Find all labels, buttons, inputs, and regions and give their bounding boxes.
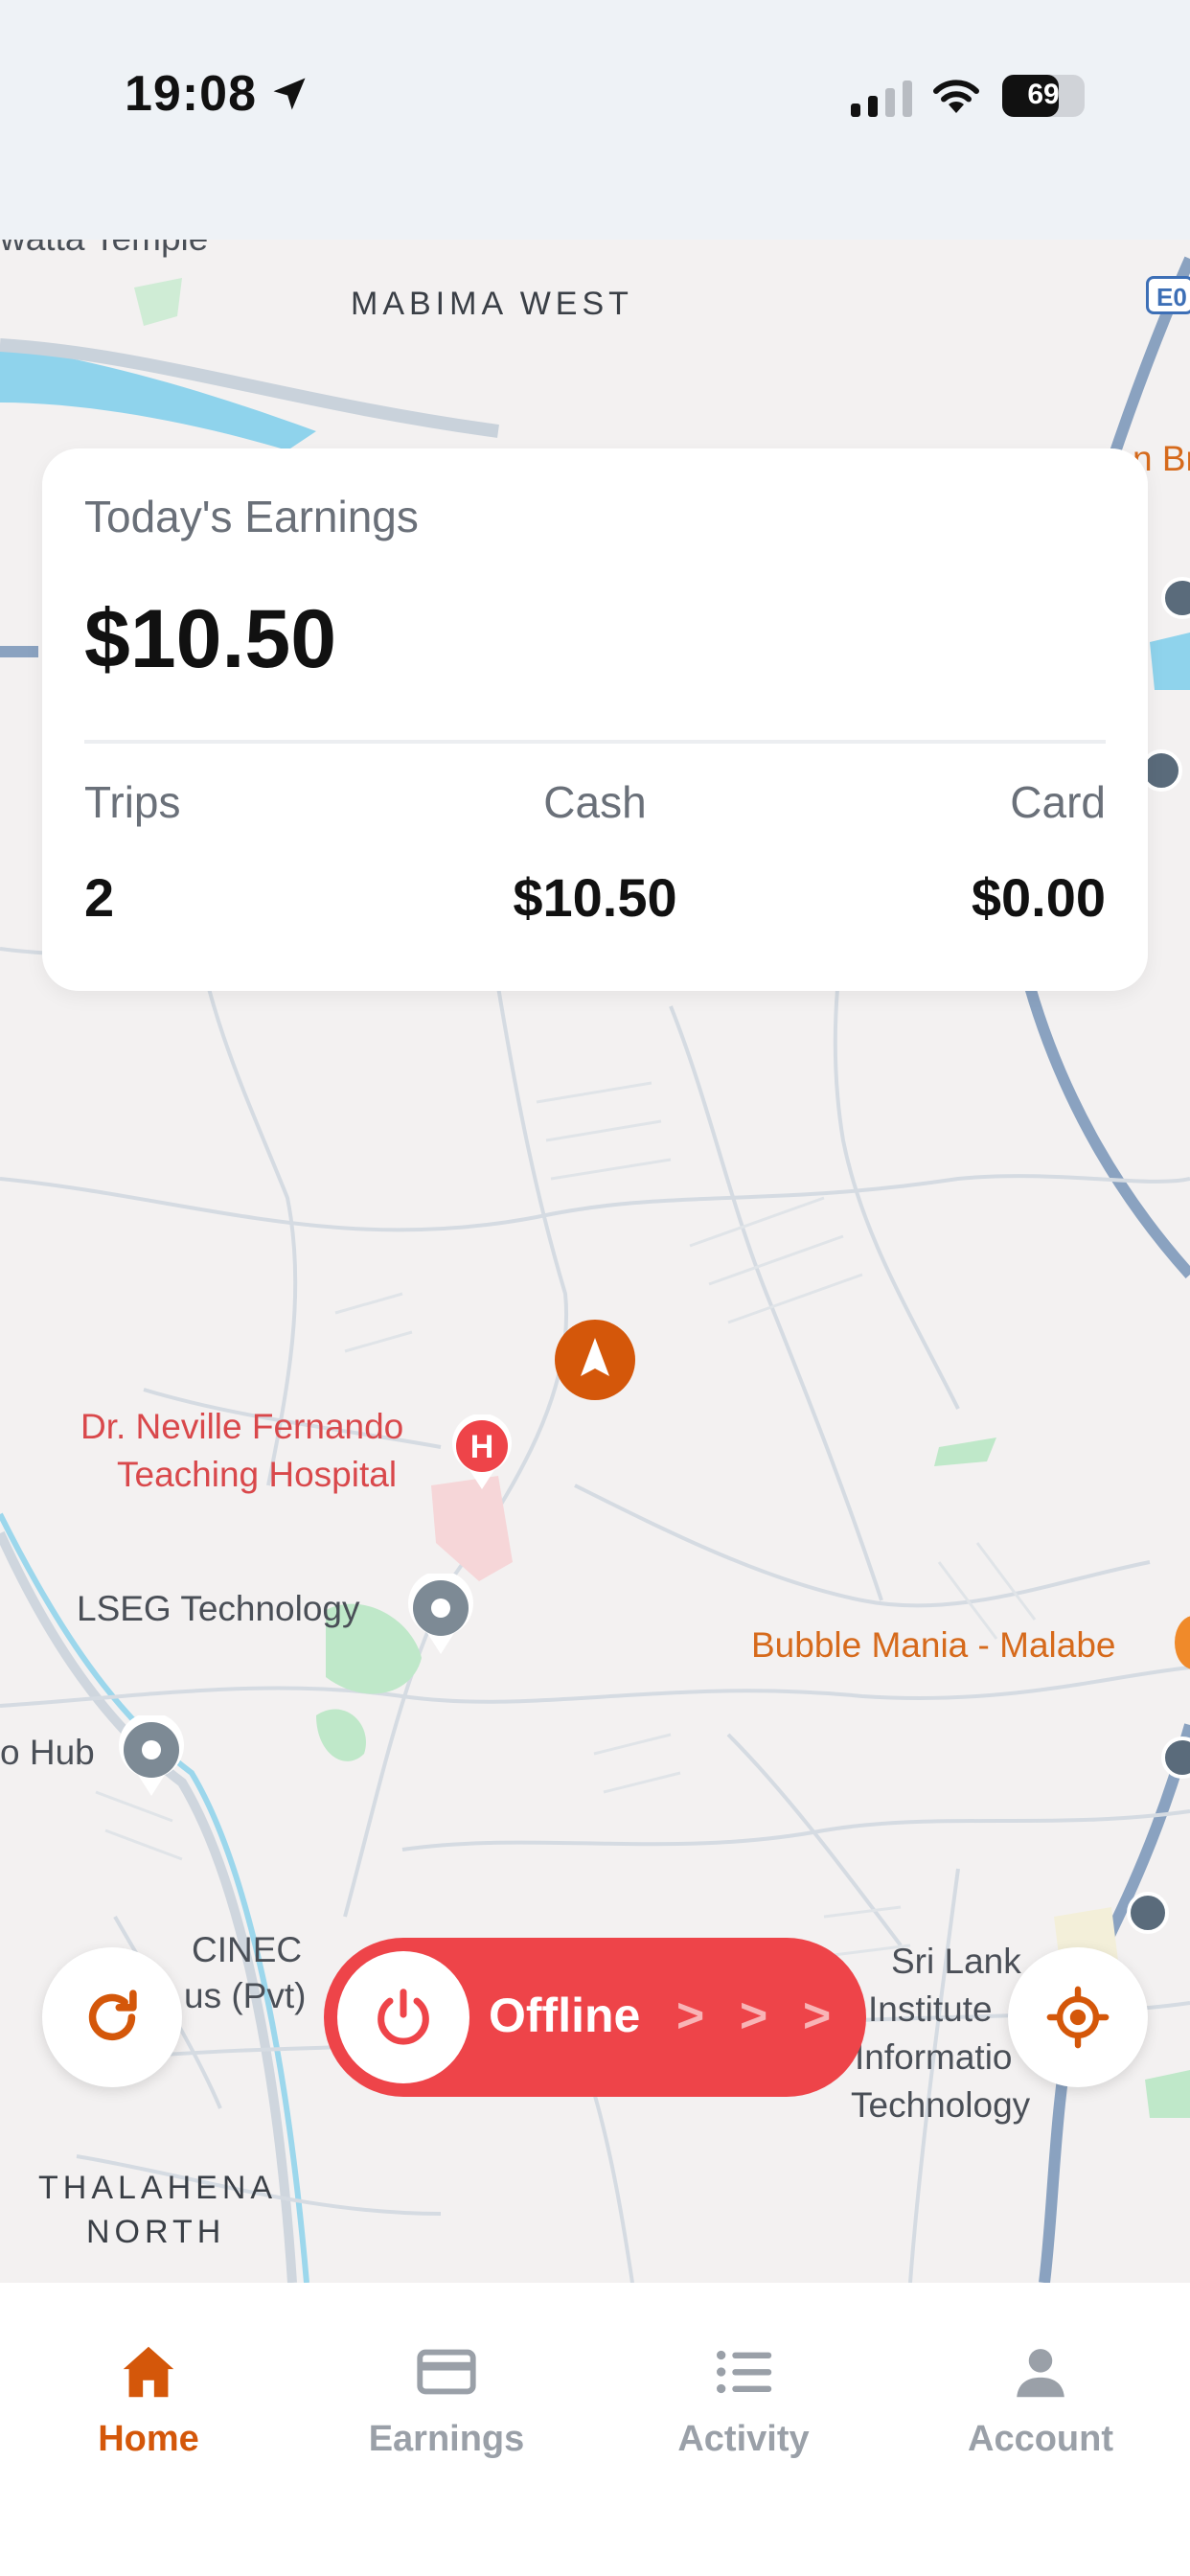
location-arrow-icon	[273, 78, 306, 110]
expressway-badge: E0	[1146, 276, 1190, 314]
chevron-right-icon: >	[676, 1989, 705, 2042]
place-pin-icon[interactable]	[117, 1715, 186, 1798]
map-label-mabima-west: MABIMA WEST	[351, 286, 633, 322]
tab-home[interactable]: Home	[34, 2338, 263, 2460]
chevron-right-icon: >	[803, 1989, 832, 2042]
card-value: $0.00	[971, 867, 1106, 928]
tab-account[interactable]: Account	[926, 2338, 1156, 2460]
current-location-icon	[555, 1320, 635, 1400]
map-label-hospital-line2: Teaching Hospital	[117, 1455, 398, 1494]
map-label-bubble-mania: Bubble Mania - Malabe	[751, 1625, 1116, 1665]
list-icon	[717, 2350, 772, 2394]
bottom-tab-bar: Home Earnings Activity Account	[0, 2283, 1190, 2576]
refresh-icon	[88, 1990, 137, 2041]
status-bar: 19:08 69	[0, 0, 1190, 240]
hospital-pin-icon[interactable]: H	[450, 1414, 514, 1491]
map-label-cinec-line2: us (Pvt)	[184, 1976, 307, 2015]
go-online-slider[interactable]: Offline > > >	[324, 1938, 866, 2097]
cash-label: Cash	[543, 777, 647, 827]
tab-earnings-label: Earnings	[368, 2419, 525, 2459]
wifi-icon	[933, 80, 979, 113]
earnings-divider	[84, 740, 1106, 744]
card-icon	[417, 2349, 476, 2395]
battery-icon: 69	[1002, 75, 1085, 117]
chevron-right-icon: >	[740, 1989, 768, 2042]
recenter-button[interactable]	[1008, 1947, 1148, 2087]
place-pin-icon[interactable]	[406, 1574, 475, 1656]
battery-level: 69	[1027, 79, 1060, 110]
power-icon	[378, 1989, 429, 2045]
svg-text:H: H	[470, 1429, 494, 1465]
person-icon	[1017, 2349, 1064, 2398]
earnings-amount: $10.50	[84, 593, 337, 685]
status-time: 19:08	[125, 66, 257, 122]
tab-activity[interactable]: Activity	[629, 2338, 858, 2460]
map-label-sliit-line3: Informatio	[855, 2037, 1013, 2077]
map-label-thalahena-line1: THALAHENA	[38, 2170, 278, 2206]
tab-account-label: Account	[968, 2419, 1113, 2459]
home-icon	[123, 2346, 174, 2398]
cellular-signal-icon	[851, 80, 912, 117]
tab-home-label: Home	[98, 2419, 199, 2459]
map-label-temple: watta Temple	[0, 240, 208, 259]
map-label-cinec-line1: CINEC	[192, 1930, 303, 1969]
crosshair-icon	[1046, 1986, 1110, 2049]
bus-stop-icon[interactable]	[1127, 1892, 1169, 1934]
slider-knob[interactable]	[337, 1951, 469, 2083]
map-label-hub: o Hub	[0, 1733, 95, 1772]
offline-label: Offline	[489, 1989, 641, 2042]
earnings-card[interactable]: Today's Earnings $10.50 Trips 2 Cash $10…	[42, 448, 1148, 991]
tab-earnings[interactable]: Earnings	[332, 2338, 561, 2460]
map-label-sliit-line1: Sri Lank	[891, 1942, 1021, 1981]
earnings-title: Today's Earnings	[84, 492, 419, 541]
refresh-button[interactable]	[42, 1947, 182, 2087]
card-label: Card	[1010, 777, 1106, 827]
map-label-lseg: LSEG Technology	[77, 1589, 360, 1628]
map-label-sliit-line4: Technology	[851, 2085, 1031, 2125]
map-label-hospital-line1: Dr. Neville Fernando	[80, 1407, 404, 1446]
map-label-thalahena-line2: NORTH	[86, 2214, 226, 2250]
tab-activity-label: Activity	[677, 2419, 810, 2459]
map-label-sliit-line2: Institute	[868, 1990, 993, 2029]
